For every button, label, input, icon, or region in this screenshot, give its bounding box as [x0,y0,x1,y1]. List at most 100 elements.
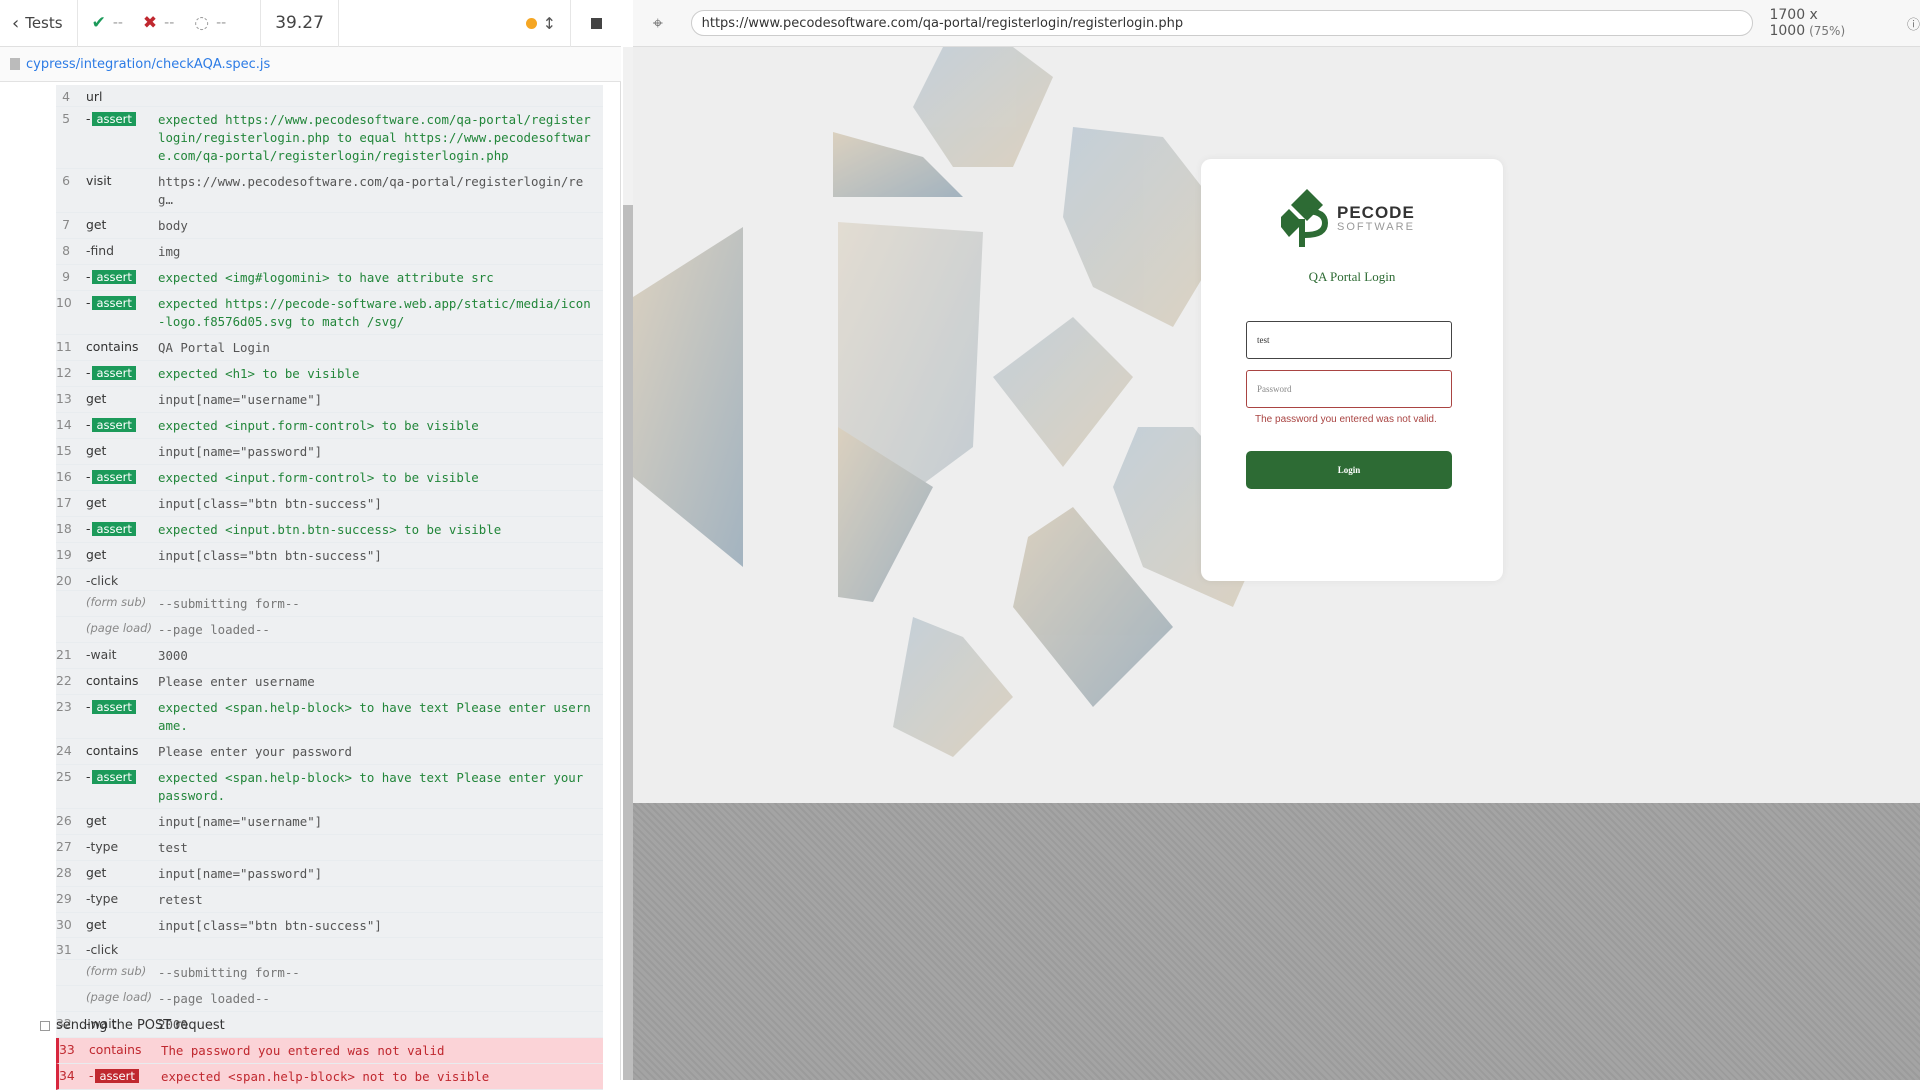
command-name: -find [86,242,114,258]
command-log-row[interactable]: (form sub) --submitting form-- [56,590,603,617]
command-message: img [158,243,181,259]
command-number: 4 [62,89,70,104]
login-title: QA Portal Login [1308,269,1396,284]
command-log-row[interactable]: 22 contains Please enter username [56,668,603,695]
command-log-row[interactable]: 34 - assert expected <span.help-block> not … [56,1064,603,1090]
command-log-row[interactable]: 10 - assert expected https://pecode-softwar… [56,290,603,335]
reporter-header: ‹ Tests ✔ -- ✖ -- ◌ -- 39.27 ↕ [0,0,621,47]
command-message: --page loaded-- [158,991,270,1007]
command-log-row[interactable]: 33 contains The password you entered was n… [56,1038,603,1065]
command-number: 9 [62,268,70,284]
username-input[interactable]: test [1246,321,1452,359]
command-log-row[interactable]: 13 get input[name="username"] [56,386,603,413]
command-message: input[name="password"] [158,443,323,459]
command-log-row[interactable]: 17 get input[class="btn btn-success"] [56,490,603,517]
command-log-row[interactable]: 20 -click [56,568,603,591]
command-log-row[interactable]: (page load) --page loaded-- [56,986,603,1013]
command-log-row[interactable]: 24 contains Please enter your password [56,738,603,765]
command-log-row[interactable]: (form sub) --submitting form-- [56,960,603,987]
collage-tile [893,617,1013,757]
spinner-icon: ◌ [194,13,210,33]
command-log-row[interactable]: 29 -type retest [56,886,603,913]
command-log-row[interactable]: 14 - assert expected <input.form-control> t… [56,412,603,439]
command-message: --submitting form-- [158,595,300,611]
command-name: get [86,442,107,458]
reporter-panel: ‹ Tests ✔ -- ✖ -- ◌ -- 39.27 ↕ cypress/inte… [0,0,621,1090]
command-log-row[interactable]: 6 visit https://www.pecodesoftware.com/qa-… [56,168,603,213]
assert-label: assert [92,699,136,714]
tests-label: Tests [25,14,63,32]
chevron-left-icon: ‹ [12,12,20,34]
command-log-row[interactable]: 18 - assert expected <input.btn.btn-success… [56,516,603,543]
duration: 39.27 [261,0,339,47]
assert-label: assert [95,1069,139,1084]
command-number: 22 [56,672,72,688]
reporter-scrollbar-thumb[interactable] [623,205,633,1080]
command-log-row[interactable]: 31 -click [56,938,603,961]
command-log-row[interactable]: 28 get input[name="password"] [56,860,603,887]
stop-button[interactable] [571,0,621,47]
command-log-row[interactable]: 16 - assert expected <input.form-control> t… [56,464,603,491]
command-name: get [86,216,107,232]
test-item[interactable]: sending the POST request [40,1018,225,1033]
command-log-row[interactable]: 12 - assert expected <h1> to be visible [56,360,603,387]
command-name: get [86,546,107,562]
command-log-row[interactable]: 5 - assert expected https://www.pecodesoftw… [56,107,603,169]
command-number [56,617,80,642]
spec-path-link[interactable]: cypress/integration/checkAQA.spec.js [26,57,270,72]
check-icon: ✔ [91,13,106,33]
command-message: Please enter username [158,673,315,689]
command-log-row[interactable]: 30 get input[class="btn btn-success"] [56,912,603,939]
command-name: (page load) [86,990,152,1005]
command-log-row[interactable]: (page load) --page loaded-- [56,616,603,643]
info-icon[interactable]: ⓘ [1907,14,1920,33]
command-name: contains [86,338,139,354]
assert-badge: - assert [80,291,158,334]
command-name: (page load) [86,620,152,635]
tests-back-button[interactable]: ‹ Tests [0,0,78,47]
command-log-row[interactable]: 11 contains QA Portal Login [56,334,603,361]
command-number [56,960,80,985]
url-text: https://www.pecodesoftware.com/qa-portal… [701,15,1184,31]
command-name: contains [86,742,139,758]
command-message: retest [158,891,203,907]
command-message: 3000 [158,647,188,663]
command-log-row[interactable]: 9 - assert expected <img#logomini> to have … [56,264,603,291]
collage-tile [633,227,743,567]
file-icon [10,58,20,70]
failed-count: -- [164,15,175,31]
spec-path-bar: cypress/integration/checkAQA.spec.js [0,47,621,82]
command-log-row[interactable]: 8 -find img [56,238,603,265]
command-message: expected <input.btn.btn-success> to be v… [158,521,502,537]
command-log-row[interactable]: 4 url [56,85,603,107]
command-message: expected <span.help-block> to have text … [158,699,591,733]
command-log-row[interactable]: 21 -wait 3000 [56,642,603,669]
command-name: -type [86,838,119,854]
crosshair-icon: ⌖ [652,12,663,34]
command-name: get [86,864,107,880]
command-name: -wait [86,646,117,662]
pecode-logo-icon [1281,189,1329,247]
url-bar[interactable]: https://www.pecodesoftware.com/qa-portal… [690,10,1754,36]
command-number: 11 [56,338,72,354]
command-name: -click [86,942,119,958]
command-message: input[name="password"] [158,865,323,881]
command-log-row[interactable]: 23 - assert expected <span.help-block> to h… [56,694,603,739]
command-log-row[interactable]: 19 get input[class="btn btn-success"] [56,542,603,569]
command-number: 25 [56,768,72,784]
selector-playground-button[interactable]: ⌖ [633,13,683,34]
login-button[interactable]: Login [1246,451,1452,489]
command-number: 26 [56,812,72,828]
assert-label: assert [92,521,136,536]
command-log-row[interactable]: 15 get input[name="password"] [56,438,603,465]
command-log-row[interactable]: 26 get input[name="username"] [56,808,603,835]
command-log-row[interactable]: 25 - assert expected <span.help-block> to h… [56,764,603,809]
password-input[interactable]: Password [1246,370,1452,408]
command-name: contains [89,1042,142,1058]
auto-scroll-toggle[interactable]: ↕ [512,0,571,47]
command-log-row[interactable]: 7 get body [56,212,603,239]
command-number: 28 [56,864,72,880]
command-log-row[interactable]: 27 -type test [56,834,603,861]
status-dot-icon [525,17,537,29]
pending-stat: ◌ -- [194,13,226,33]
